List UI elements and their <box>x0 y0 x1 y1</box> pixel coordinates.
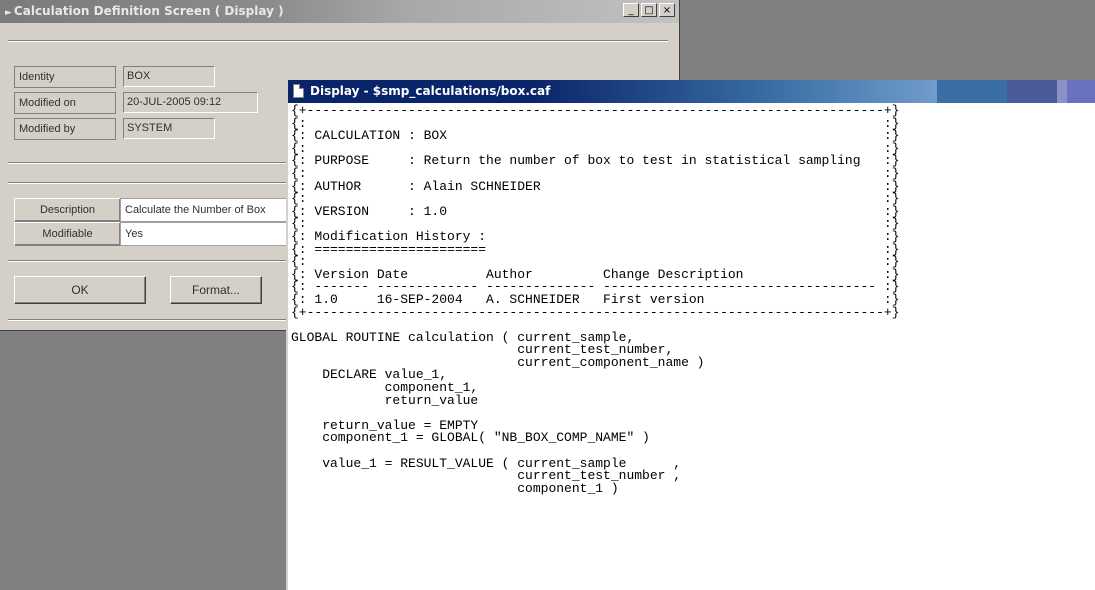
modified-on-field: 20-JUL-2005 09:12 <box>123 92 258 113</box>
code-line: component_1 = GLOBAL( "NB_BOX_COMP_NAME"… <box>322 430 650 446</box>
table-row: Modifiable Yes <box>14 222 294 246</box>
document-icon <box>293 84 304 98</box>
properties-table: Description Calculate the Number of Box … <box>14 198 294 246</box>
titlebar-decoration <box>937 80 1095 103</box>
minimize-button[interactable]: _ <box>623 3 639 17</box>
modified-on-label: Modified on <box>14 92 116 114</box>
maximize-button[interactable]: □ <box>641 3 657 17</box>
front-window-title: Display - $smp_calculations/box.caf <box>310 84 551 98</box>
modifiable-label: Modifiable <box>14 222 120 246</box>
close-button[interactable]: × <box>659 3 675 17</box>
code-line: component_1 ) <box>517 480 619 496</box>
identity-label: Identity <box>14 66 116 88</box>
modified-by-field: SYSTEM <box>123 118 215 139</box>
format-button[interactable]: Format... <box>170 276 262 304</box>
divider <box>8 40 668 42</box>
ok-button[interactable]: OK <box>14 276 146 304</box>
window-menu-icon[interactable]: ► <box>5 8 12 18</box>
identity-field: BOX <box>123 66 215 87</box>
code-line: {+--------------------------------------… <box>291 304 900 320</box>
window-controls: _ □ × <box>621 3 675 17</box>
modifiable-field[interactable]: Yes <box>120 222 294 246</box>
display-file-window: Display - $smp_calculations/box.caf {+--… <box>286 80 1095 590</box>
file-content[interactable]: {+--------------------------------------… <box>291 104 900 496</box>
back-window-title: Calculation Definition Screen ( Display … <box>13 4 284 18</box>
table-row: Description Calculate the Number of Box <box>14 198 294 222</box>
modified-by-label: Modified by <box>14 118 116 140</box>
front-window-titlebar[interactable]: Display - $smp_calculations/box.caf <box>288 80 1095 103</box>
back-window-titlebar[interactable]: ► Calculation Definition Screen ( Display… <box>0 0 679 23</box>
description-field[interactable]: Calculate the Number of Box <box>120 198 294 222</box>
description-label: Description <box>14 198 120 222</box>
code-line: return_value <box>384 392 479 408</box>
